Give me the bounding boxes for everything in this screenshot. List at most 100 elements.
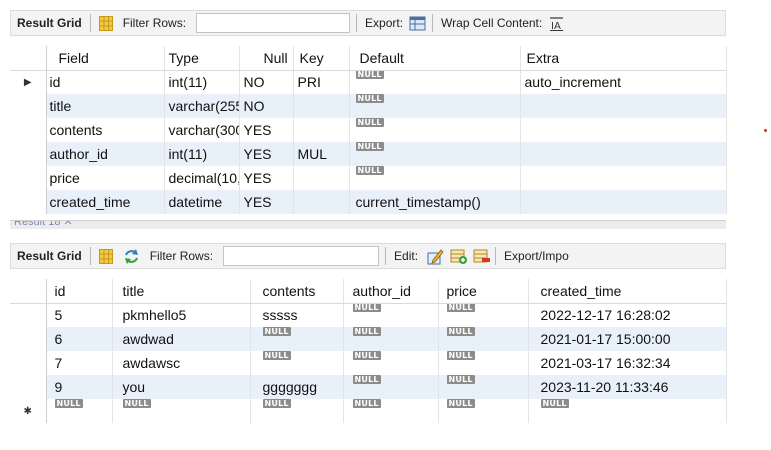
filter-rows-input[interactable] bbox=[196, 13, 351, 33]
table-cell[interactable]: NULL bbox=[438, 327, 529, 351]
row-gutter[interactable] bbox=[10, 351, 47, 375]
table-cell[interactable]: YES bbox=[239, 190, 294, 214]
row-gutter[interactable]: ▶ bbox=[10, 70, 47, 94]
table-row[interactable]: ✱ NULL NULL NULL NULL NULL NULL bbox=[10, 399, 727, 423]
table-cell[interactable]: NULL bbox=[46, 399, 113, 423]
edit-cell-icon[interactable] bbox=[424, 244, 447, 268]
table-cell[interactable]: ggggggg bbox=[250, 375, 344, 399]
table-cell[interactable] bbox=[520, 166, 727, 190]
table-cell[interactable]: 7 bbox=[46, 351, 113, 375]
table-cell[interactable]: NULL bbox=[349, 94, 521, 118]
table-cell[interactable]: author_id bbox=[46, 142, 165, 166]
table-cell[interactable]: datetime bbox=[164, 190, 240, 214]
wrap-cell-content-icon[interactable]: IA bbox=[548, 11, 565, 35]
table-cell[interactable]: id bbox=[46, 70, 165, 94]
table-cell[interactable]: NULL bbox=[250, 351, 344, 375]
column-header[interactable]: title bbox=[112, 279, 251, 304]
table-cell[interactable]: YES bbox=[239, 166, 294, 190]
table-cell[interactable]: NULL bbox=[343, 327, 439, 351]
table-cell[interactable]: 2023-11-20 11:33:46 bbox=[528, 375, 727, 399]
table-cell[interactable]: NULL bbox=[250, 399, 344, 423]
table-cell[interactable] bbox=[520, 118, 727, 142]
table-cell[interactable]: NULL bbox=[528, 399, 727, 423]
row-gutter[interactable] bbox=[10, 94, 47, 118]
table-cell[interactable]: 2021-03-17 16:32:34 bbox=[528, 351, 727, 375]
column-header[interactable]: author_id bbox=[343, 279, 439, 304]
table-cell[interactable]: NO bbox=[239, 70, 294, 94]
table-cell[interactable]: 2022-12-17 16:28:02 bbox=[528, 303, 727, 327]
table-row[interactable]: 7 awdawsc NULL NULL NULL 2021-03-17 16:32:34 bbox=[10, 351, 727, 375]
column-header[interactable]: Extra bbox=[520, 46, 727, 71]
table-cell[interactable]: NULL bbox=[349, 70, 521, 94]
table-cell[interactable]: price bbox=[46, 166, 165, 190]
table-cell[interactable]: NULL bbox=[438, 399, 529, 423]
table-cell[interactable]: 2021-01-17 15:00:00 bbox=[528, 327, 727, 351]
result-grid-tab[interactable]: Result Grid bbox=[11, 11, 88, 35]
table-cell[interactable]: NULL bbox=[349, 118, 521, 142]
export-icon[interactable] bbox=[409, 11, 430, 35]
table-row[interactable]: title varchar(255)NO NULL bbox=[10, 94, 727, 118]
table-cell[interactable] bbox=[293, 118, 350, 142]
result-grid-tab[interactable]: Result Grid bbox=[11, 244, 88, 268]
table-cell[interactable]: int(11) bbox=[164, 142, 240, 166]
table-row[interactable]: 5 pkmhello5 sssss NULL NULL 2022-12-17 16:28:… bbox=[10, 303, 727, 327]
delete-row-icon[interactable] bbox=[470, 244, 493, 268]
grid-view-icon[interactable] bbox=[93, 11, 119, 35]
row-gutter[interactable] bbox=[10, 303, 47, 327]
column-header[interactable]: Field bbox=[46, 46, 165, 71]
table-cell[interactable]: auto_increment bbox=[520, 70, 727, 94]
column-header[interactable]: Null bbox=[239, 46, 294, 71]
table-cell[interactable]: awdawsc bbox=[112, 351, 251, 375]
table-cell[interactable]: decimal(10,3) bbox=[164, 166, 240, 190]
table-cell[interactable] bbox=[520, 94, 727, 118]
table-cell[interactable]: NULL bbox=[349, 166, 521, 190]
table-cell[interactable]: NULL bbox=[343, 351, 439, 375]
table-cell[interactable]: contents bbox=[46, 118, 165, 142]
row-gutter[interactable] bbox=[10, 142, 47, 166]
table-row[interactable]: author_id int(11) YES MUL NULL bbox=[10, 142, 727, 166]
table-cell[interactable]: 6 bbox=[46, 327, 113, 351]
table-cell[interactable]: you bbox=[112, 375, 251, 399]
table-cell[interactable]: int(11) bbox=[164, 70, 240, 94]
grid-view-icon[interactable] bbox=[93, 244, 119, 268]
table-cell[interactable]: NULL bbox=[343, 375, 439, 399]
column-header[interactable]: price bbox=[438, 279, 529, 304]
table-cell[interactable]: title bbox=[46, 94, 165, 118]
table-cell[interactable]: NULL bbox=[438, 375, 529, 399]
row-gutter[interactable] bbox=[10, 190, 47, 214]
table-cell[interactable]: NULL bbox=[438, 351, 529, 375]
filter-rows-input[interactable] bbox=[223, 246, 380, 266]
table-cell[interactable]: NULL bbox=[438, 303, 529, 327]
table-cell[interactable]: NULL bbox=[349, 142, 521, 166]
add-row-icon[interactable] bbox=[447, 244, 470, 268]
column-header[interactable]: id bbox=[46, 279, 113, 304]
table-cell[interactable]: varchar(3000) bbox=[164, 118, 240, 142]
table-cell[interactable]: NULL bbox=[250, 327, 344, 351]
table-cell[interactable]: NO bbox=[239, 94, 294, 118]
table-cell[interactable] bbox=[520, 190, 727, 214]
column-header[interactable]: Key bbox=[293, 46, 350, 71]
column-header[interactable]: Type bbox=[164, 46, 240, 71]
result-tab[interactable]: Result 18 ✕ bbox=[14, 221, 73, 228]
refresh-icon[interactable] bbox=[119, 244, 144, 268]
table-row[interactable]: 9 you ggggggg NULL NULL 2023-11-20 11:33:46 bbox=[10, 375, 727, 399]
row-gutter[interactable] bbox=[10, 118, 47, 142]
table-cell[interactable]: NULL bbox=[343, 399, 439, 423]
table-cell[interactable]: PRI bbox=[293, 70, 350, 94]
table-cell[interactable]: awdwad bbox=[112, 327, 251, 351]
table-cell[interactable]: NULL bbox=[112, 399, 251, 423]
table-cell[interactable] bbox=[520, 142, 727, 166]
table-cell[interactable]: current_timestamp() bbox=[349, 190, 521, 214]
table-row[interactable]: created_time datetime YES current_timestamp… bbox=[10, 190, 727, 214]
table-row[interactable]: contents varchar(3000)YES NULL bbox=[10, 118, 727, 142]
table-cell[interactable]: YES bbox=[239, 142, 294, 166]
table-cell[interactable] bbox=[293, 190, 350, 214]
table-cell[interactable]: sssss bbox=[250, 303, 344, 327]
row-gutter[interactable] bbox=[10, 327, 47, 351]
row-gutter[interactable]: ✱ bbox=[10, 399, 47, 423]
table-cell[interactable]: varchar(255) bbox=[164, 94, 240, 118]
column-header[interactable]: Default bbox=[349, 46, 521, 71]
table-row[interactable]: 6 awdwad NULL NULL NULL 2021-01-17 15:00:00 bbox=[10, 327, 727, 351]
table-cell[interactable]: 9 bbox=[46, 375, 113, 399]
table-cell[interactable]: MUL bbox=[293, 142, 350, 166]
